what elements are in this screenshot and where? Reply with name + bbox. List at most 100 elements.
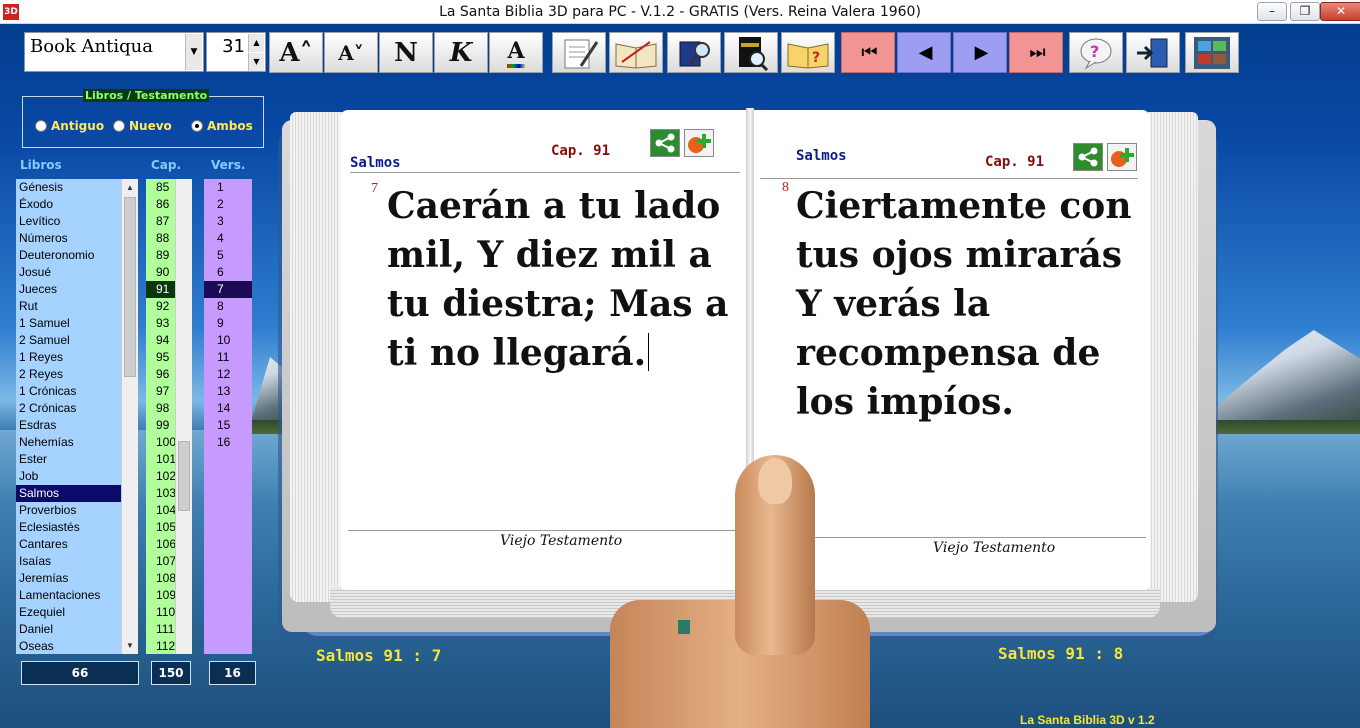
book-list-item[interactable]: Lamentaciones: [16, 587, 138, 604]
book-list-item[interactable]: Jeremías: [16, 570, 138, 587]
book-list-item[interactable]: 2 Reyes: [16, 366, 138, 383]
book-list-item[interactable]: Josué: [16, 264, 138, 281]
book-list-item[interactable]: 1 Crónicas: [16, 383, 138, 400]
verse-list-item[interactable]: 14: [204, 400, 252, 417]
normal-font-button[interactable]: N: [379, 32, 433, 73]
book-list-item[interactable]: Ezequiel: [16, 604, 138, 621]
verse-list-item[interactable]: 2: [204, 196, 252, 213]
thumb-nail: [758, 458, 792, 504]
close-button[interactable]: ✕: [1320, 2, 1360, 21]
last-chapter-button[interactable]: ⏭: [1009, 32, 1063, 73]
font-size-stepper[interactable]: 31 ▲ ▼: [206, 32, 266, 72]
scroll-down-icon[interactable]: ▼: [122, 637, 138, 654]
book-list-item[interactable]: Proverbios: [16, 502, 138, 519]
open-book-button[interactable]: [609, 32, 663, 73]
notes-button[interactable]: [552, 32, 606, 73]
radio-ambos-dot[interactable]: [191, 120, 203, 132]
stepper-up-icon[interactable]: ▲: [248, 34, 264, 52]
stepper-down-icon[interactable]: ▼: [248, 53, 264, 71]
book-list-item[interactable]: Job: [16, 468, 138, 485]
book-list-item[interactable]: Ester: [16, 451, 138, 468]
books-list[interactable]: Génesis Éxodo Levítico Números Deuteronomio J…: [16, 179, 138, 654]
book-list-item[interactable]: Cantares: [16, 536, 138, 553]
verse-list-item[interactable]: 15: [204, 417, 252, 434]
increase-font-button[interactable]: A˄: [269, 32, 323, 73]
book-list-item[interactable]: 1 Reyes: [16, 349, 138, 366]
book-list-item[interactable]: Deuteronomio: [16, 247, 138, 264]
book-list-item[interactable]: 1 Samuel: [16, 315, 138, 332]
minimize-button[interactable]: –: [1257, 2, 1287, 21]
book-list-item[interactable]: 2 Crónicas: [16, 400, 138, 417]
font-color-button[interactable]: A: [489, 32, 543, 73]
radio-nuevo-dot[interactable]: [113, 120, 125, 132]
scroll-up-icon[interactable]: ▲: [122, 179, 138, 196]
chevron-down-icon[interactable]: ▼: [185, 34, 202, 70]
right-share-button[interactable]: [1073, 143, 1103, 171]
bible-search-button[interactable]: [667, 32, 721, 73]
verse-list-item[interactable]: 4: [204, 230, 252, 247]
radio-antiguo-dot[interactable]: [35, 120, 47, 132]
book-list-item[interactable]: Esdras: [16, 417, 138, 434]
verse-list-item[interactable]: 11: [204, 349, 252, 366]
verse-list-item[interactable]: 9: [204, 315, 252, 332]
book-list-item[interactable]: Génesis: [16, 179, 138, 196]
previous-chapter-button[interactable]: ◀: [897, 32, 951, 73]
verse-list-item[interactable]: 12: [204, 366, 252, 383]
help-book-button[interactable]: ?: [781, 32, 835, 73]
verse-list-item[interactable]: 8: [204, 298, 252, 315]
radio-nuevo[interactable]: Nuevo: [113, 119, 172, 133]
right-reference: Salmos 91 : 8: [998, 644, 1124, 663]
italic-font-button[interactable]: K: [434, 32, 488, 73]
radio-ambos[interactable]: Ambos: [191, 119, 253, 133]
radio-antiguo[interactable]: Antiguo: [35, 119, 104, 133]
decrease-font-button[interactable]: A˅: [324, 32, 378, 73]
chapters-count: 150: [151, 661, 191, 685]
theme-button[interactable]: [1185, 32, 1239, 73]
next-chapter-button[interactable]: ▶: [953, 32, 1007, 73]
book-list-item[interactable]: Eclesiastés: [16, 519, 138, 536]
book-list-item[interactable]: Salmos: [16, 485, 138, 502]
book-list-item[interactable]: Levítico: [16, 213, 138, 230]
book-list-item[interactable]: Rut: [16, 298, 138, 315]
left-footer-rule: [348, 530, 743, 531]
left-verse-text[interactable]: Caerán a tu lado mil, Y diez mil a tu di…: [387, 182, 747, 378]
scroll-thumb[interactable]: [178, 441, 190, 511]
verse-list-item[interactable]: 5: [204, 247, 252, 264]
question-button[interactable]: ?: [1069, 32, 1123, 73]
title-bar: 3D La Santa Biblia 3D para PC - V.1.2 - …: [0, 0, 1360, 24]
left-share-button[interactable]: [650, 129, 680, 157]
verse-list-item[interactable]: 13: [204, 383, 252, 400]
books-scrollbar[interactable]: ▲ ▼: [121, 179, 138, 654]
holy-bible-search-button[interactable]: [724, 32, 778, 73]
page-edges-left: [290, 112, 342, 602]
verse-list-item[interactable]: 3: [204, 213, 252, 230]
right-chapter-label: Cap. 91: [985, 154, 1045, 170]
book-list-item[interactable]: Números: [16, 230, 138, 247]
maximize-button[interactable]: ❐: [1290, 2, 1320, 21]
font-family-select[interactable]: Book Antiqua ▼: [24, 32, 204, 72]
decrease-font-icon: A˅: [338, 40, 364, 65]
verse-list-item[interactable]: 1: [204, 179, 252, 196]
verse-list-item[interactable]: 6: [204, 264, 252, 281]
book-list-item[interactable]: Jueces: [16, 281, 138, 298]
right-verse-text[interactable]: Ciertamente con tus ojos mirarás Y verás…: [796, 182, 1146, 427]
chapters-list[interactable]: 85 86 87 88 89 90 91 92 93 94 95 96 97 98 99 100 101 102 1…: [146, 179, 192, 654]
verses-list[interactable]: 1 2 3 4 5 6 7 8 9 10 11 12 13 14 15 16: [204, 179, 252, 654]
verse-list-item[interactable]: 16: [204, 434, 252, 451]
book-list-item[interactable]: 2 Samuel: [16, 332, 138, 349]
share-icon: [1078, 147, 1098, 167]
book-list-item[interactable]: Oseas: [16, 638, 138, 654]
book-list-item[interactable]: Éxodo: [16, 196, 138, 213]
bookmark-ribbon: [678, 620, 690, 634]
right-favorite-button[interactable]: [1107, 143, 1137, 171]
book-list-item[interactable]: Nehemías: [16, 434, 138, 451]
book-list-item[interactable]: Isaías: [16, 553, 138, 570]
scroll-thumb[interactable]: [124, 197, 136, 377]
book-list-item[interactable]: Daniel: [16, 621, 138, 638]
chapters-scrollbar[interactable]: [175, 179, 192, 654]
verse-list-item[interactable]: 10: [204, 332, 252, 349]
exit-button[interactable]: [1126, 32, 1180, 73]
first-chapter-button[interactable]: ⏮: [841, 32, 895, 73]
verse-list-item[interactable]: 7: [204, 281, 252, 298]
left-favorite-button[interactable]: [684, 129, 714, 157]
